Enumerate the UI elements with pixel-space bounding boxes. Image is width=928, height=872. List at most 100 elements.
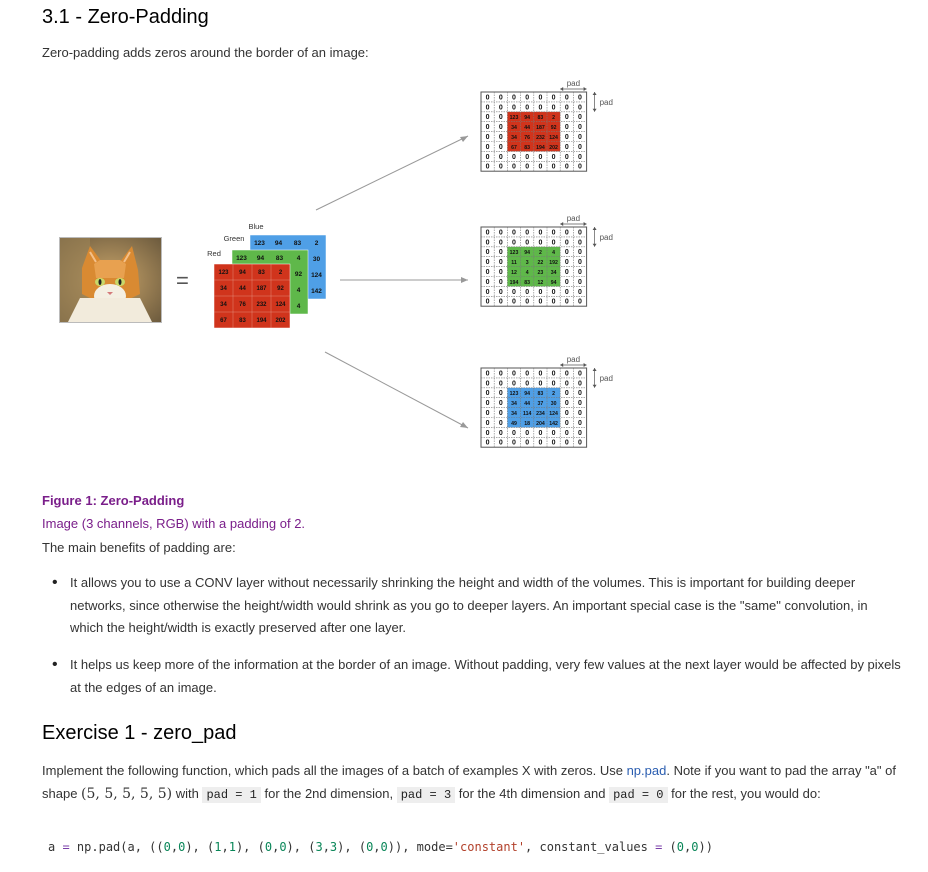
- grid-cell: 2: [552, 391, 555, 397]
- grid-cell: 0: [565, 410, 569, 417]
- grid-cell: 0: [552, 370, 556, 377]
- grid-cell: 0: [525, 370, 529, 377]
- stack-cell: 2: [315, 240, 319, 247]
- grid-cell: 0: [499, 114, 503, 121]
- grid-cell: 114: [523, 411, 531, 417]
- rgb-channel-stack: 123 94 83 230124142123 94 83 49244123 94 83 234 44…: [207, 222, 327, 329]
- code-example: a = np.pad(a, ((0,0), (1,1), (0,0), (3,3…: [48, 840, 713, 854]
- benefits-list: It allows you to use a CONV layer withou…: [42, 572, 902, 640]
- grid-cell: 0: [538, 289, 542, 296]
- np-pad-link[interactable]: np.pad: [627, 763, 667, 778]
- grid-cell: 0: [538, 164, 542, 171]
- grid-cell: 0: [552, 299, 556, 306]
- grid-cell: 0: [578, 420, 582, 427]
- grid-cell: 0: [565, 124, 569, 131]
- grid-cell: 12: [538, 280, 544, 286]
- grid-cell: 0: [486, 390, 490, 397]
- grid-cell: 44: [524, 125, 530, 131]
- grid-cell: 0: [538, 299, 542, 306]
- grid-cell: 0: [538, 370, 542, 377]
- grid-cell: 0: [486, 144, 490, 151]
- stack-cell: 123: [236, 255, 247, 262]
- grid-cell: 0: [486, 380, 490, 387]
- grid-cell: 0: [565, 134, 569, 141]
- grid-cell: 0: [552, 430, 556, 437]
- zero-padding-diagram: 123 94 83 230124142123 94 83 49244123 94 83 234 44…: [207, 79, 613, 448]
- grid-cell: 94: [524, 250, 530, 256]
- grid-cell: 0: [499, 104, 503, 111]
- grid-cell: 0: [578, 410, 582, 417]
- grid-cell: 0: [525, 380, 529, 387]
- grid-cell: 0: [486, 279, 490, 286]
- grid-cell: 123: [510, 250, 519, 256]
- grid-cell: 0: [565, 259, 569, 266]
- grid-cell: 0: [578, 134, 582, 141]
- stack-cell: 4: [297, 303, 301, 310]
- grid-cell: 0: [525, 239, 529, 246]
- grid-cell: 0: [486, 430, 490, 437]
- grid-cell: 0: [538, 229, 542, 236]
- pad-label: pad: [600, 374, 613, 383]
- pad-label: pad: [567, 355, 580, 364]
- stack-cell: 124: [311, 272, 322, 279]
- grid-cell: 0: [512, 370, 516, 377]
- grid-cell: 0: [578, 430, 582, 437]
- grid-cell: 0: [525, 94, 529, 101]
- grid-cell: 0: [525, 430, 529, 437]
- stack-cell: 83: [258, 270, 265, 276]
- inline-code: pad = 0: [609, 786, 668, 803]
- grid-cell: 0: [578, 114, 582, 121]
- grid-cell: 0: [499, 430, 503, 437]
- grid-cell: 0: [499, 299, 503, 306]
- grid-cell: 0: [499, 154, 503, 161]
- grid-cell: 0: [538, 154, 542, 161]
- grid-cell: 0: [486, 269, 490, 276]
- grid-cell: 0: [538, 94, 542, 101]
- grid-cell: 44: [524, 401, 530, 407]
- grid-cell: 0: [578, 249, 582, 256]
- grid-cell: 0: [578, 279, 582, 286]
- grid-cell: 30: [551, 401, 557, 407]
- arrowheads: [460, 136, 468, 428]
- grid-cell: 0: [499, 410, 503, 417]
- grid-cell: 0: [486, 410, 490, 417]
- grid-cell: 0: [578, 104, 582, 111]
- grid-cell: 34: [511, 401, 517, 407]
- grid-cell: 123: [510, 391, 519, 397]
- grid-cell: 18: [524, 421, 530, 427]
- label-blue: Blue: [248, 222, 263, 231]
- grid-cell: 0: [565, 289, 569, 296]
- grid-cell: 0: [486, 104, 490, 111]
- padded-blue-grid: 0 0 0 0 0 0 0 0 0 0 0 0 0 0 0 0 0 0 123 94 83 2 0 0 0 0 34 44 37 30 0 0…: [480, 355, 613, 448]
- grid-cell: 0: [525, 154, 529, 161]
- stack-cell: 83: [239, 318, 246, 324]
- grid-cell: 67: [511, 145, 517, 151]
- grid-cell: 0: [578, 239, 582, 246]
- grid-cell: 0: [499, 440, 503, 447]
- grid-cell: 0: [538, 104, 542, 111]
- grid-cell: 37: [538, 401, 544, 407]
- grid-cell: 0: [525, 229, 529, 236]
- grid-cell: 0: [565, 390, 569, 397]
- grid-cell: 0: [565, 229, 569, 236]
- figure-caption-title: Figure 1: Zero-Padding: [42, 493, 185, 508]
- arrows: [315, 135, 469, 429]
- grid-cell: 0: [499, 134, 503, 141]
- grid-cell: 0: [512, 299, 516, 306]
- grid-cell: 0: [486, 124, 490, 131]
- grid-cell: 0: [486, 229, 490, 236]
- grid-cell: 11: [511, 260, 517, 266]
- grid-cell: 0: [499, 94, 503, 101]
- grid-cell: 0: [512, 430, 516, 437]
- grid-cell: 0: [552, 154, 556, 161]
- grid-cell: 0: [499, 279, 503, 286]
- grid-cell: 0: [499, 124, 503, 131]
- stack-cell: 4: [297, 287, 301, 294]
- grid-cell: 4: [526, 270, 529, 276]
- grid-cell: 0: [499, 370, 503, 377]
- grid-cell: 0: [525, 289, 529, 296]
- grid-cell: 0: [565, 299, 569, 306]
- grid-cell: 0: [512, 104, 516, 111]
- grid-cell: 0: [565, 269, 569, 276]
- grid-cell: 0: [499, 289, 503, 296]
